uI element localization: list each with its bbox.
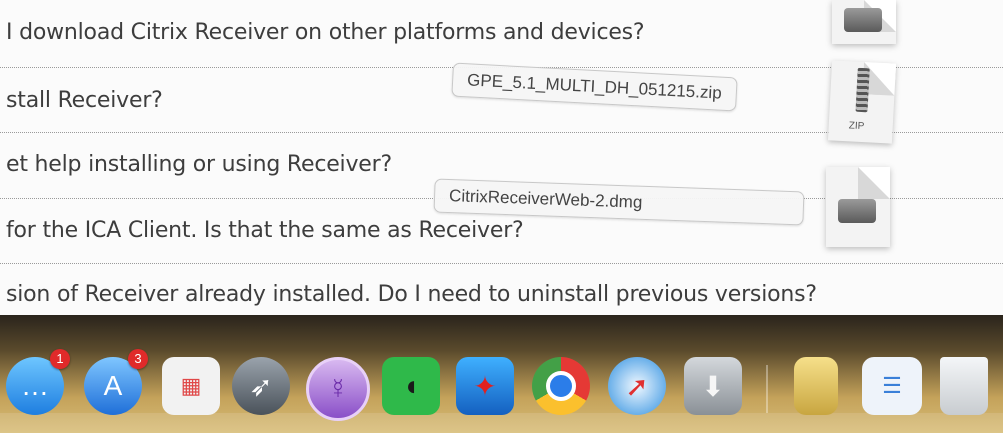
zip-file-label[interactable]: GPE_5.1_MULTI_DH_051215.zip xyxy=(451,62,738,112)
downloads-icon[interactable]: ⬇ xyxy=(684,357,742,415)
dmg-file-icon[interactable] xyxy=(832,0,896,44)
launchpad-icon[interactable]: ▦ xyxy=(162,357,220,415)
disk-icon xyxy=(838,199,876,223)
zip-type-label: ZIP xyxy=(848,120,865,133)
documents-stack-icon[interactable] xyxy=(794,357,838,415)
chrome-center-icon xyxy=(532,357,590,415)
faq-list: I download Citrix Receiver on other plat… xyxy=(0,0,1003,315)
evernote-icon[interactable]: ◖ xyxy=(382,357,440,415)
messages-icon[interactable]: … 1 xyxy=(6,349,70,415)
faq-question[interactable]: I download Citrix Receiver on other plat… xyxy=(6,20,645,45)
download-arrow-icon: ⬇ xyxy=(701,370,725,402)
zip-file-icon[interactable]: ZIP xyxy=(827,60,897,144)
safari-icon[interactable]: ➚ xyxy=(608,357,666,415)
list-icon: ☰ xyxy=(882,373,902,398)
onion-icon: ☿ xyxy=(327,373,349,404)
dock-separator xyxy=(766,365,768,413)
grid-icon: ▦ xyxy=(180,373,202,398)
dock: … 1 A 3 ▦ ➶ ☿ ◖ ✦ ➚ ⬇ ☰ xyxy=(0,315,1003,433)
receiver-icon: ✦ xyxy=(473,370,497,402)
tor-icon[interactable]: ☿ xyxy=(306,357,370,421)
faq-question[interactable]: stall Receiver? xyxy=(6,88,163,113)
disk-icon xyxy=(844,8,882,32)
app-store-badge: 3 xyxy=(128,349,148,369)
divider xyxy=(0,263,1003,264)
rocket-icon[interactable]: ➶ xyxy=(232,357,290,415)
citrix-receiver-icon[interactable]: ✦ xyxy=(456,357,514,415)
app-store-icon[interactable]: A 3 xyxy=(84,349,148,415)
faq-question[interactable]: for the ICA Client. Is that the same as … xyxy=(6,218,524,243)
compass-icon: ➚ xyxy=(625,370,649,402)
elephant-icon: ◖ xyxy=(402,370,420,401)
faq-question[interactable]: sion of Receiver already installed. Do I… xyxy=(6,282,817,307)
rocket-glyph-icon: ➶ xyxy=(249,370,273,402)
dmg-file-icon[interactable] xyxy=(826,167,890,247)
trash-icon[interactable] xyxy=(940,357,988,415)
dock-shelf xyxy=(0,413,1003,433)
keynote-icon[interactable]: ☰ xyxy=(862,357,922,415)
faq-question[interactable]: et help installing or using Receiver? xyxy=(6,152,392,177)
chrome-icon[interactable] xyxy=(532,357,590,415)
zipper-icon xyxy=(855,67,870,113)
messages-badge: 1 xyxy=(50,349,70,369)
